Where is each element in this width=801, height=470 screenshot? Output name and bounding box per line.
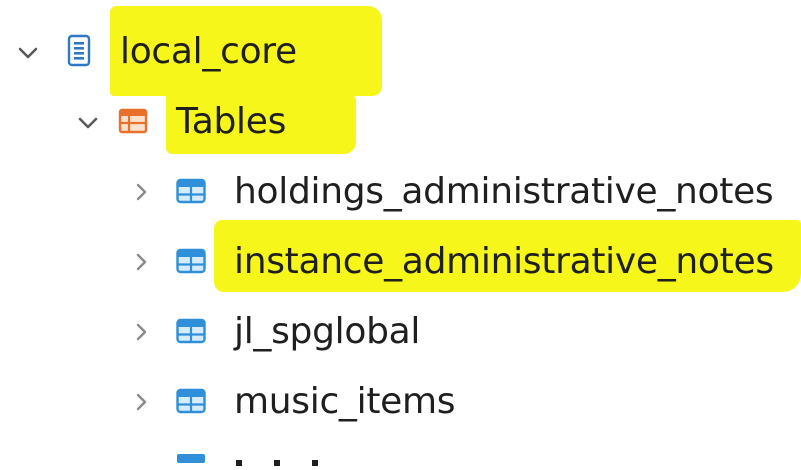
table-label: holdings_administrative_notes [234,171,774,212]
tree-node-table[interactable]: holdings_administrative_notes [0,162,801,222]
tree-node-table-highlighted[interactable]: instance_administrative_notes [0,232,801,292]
tree-node-tables-folder[interactable]: Tables [0,92,400,152]
tree-node-table[interactable]: jl_spglobal [0,302,801,362]
table-icon-partial [177,448,205,463]
table-icon [176,386,206,416]
tables-folder-label: Tables [176,101,287,142]
chevron-down-icon[interactable] [14,22,42,82]
table-icon [176,246,206,276]
chevron-down-icon[interactable] [74,92,102,152]
tree-node-table[interactable]: music_items [0,372,801,432]
database-label: local_core [120,31,297,72]
table-label-partial [234,451,374,466]
chevron-right-icon[interactable] [128,302,156,362]
chevron-right-icon[interactable] [128,162,156,222]
database-icon [64,34,94,67]
database-navigator-tree: local_core Tables holdings_administrativ… [0,0,801,466]
chevron-right-icon[interactable] [128,232,156,292]
table-label: music_items [234,381,456,422]
table-icon [176,316,206,346]
tree-node-database[interactable]: local_core [0,22,400,82]
tables-folder-icon [118,106,148,136]
table-icon [176,176,206,206]
table-label: instance_administrative_notes [234,241,774,282]
table-label: jl_spglobal [234,311,421,352]
chevron-right-icon[interactable] [128,372,156,432]
